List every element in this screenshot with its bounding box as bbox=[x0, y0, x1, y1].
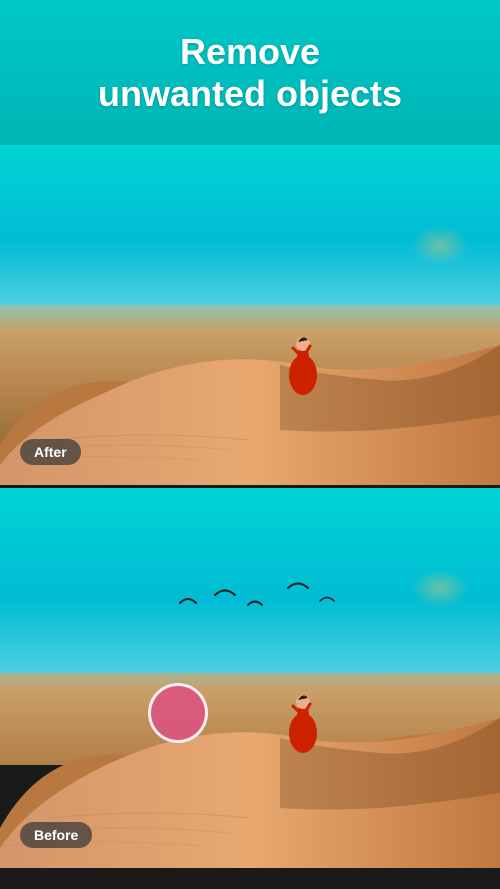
before-label: Before bbox=[20, 822, 92, 848]
before-image-panel: Before bbox=[0, 488, 500, 868]
sun-glow bbox=[410, 225, 470, 265]
headline: Remove unwanted objects bbox=[98, 31, 402, 114]
figure-woman-before bbox=[288, 688, 318, 758]
after-label: After bbox=[20, 439, 81, 465]
sun-glow-before bbox=[410, 568, 470, 608]
header-section: Remove unwanted objects bbox=[0, 0, 500, 145]
birds-group bbox=[160, 573, 380, 638]
brush-circle bbox=[148, 683, 208, 743]
figure-woman-after bbox=[288, 330, 318, 400]
after-image-panel: After bbox=[0, 145, 500, 485]
headline-line1: Remove bbox=[180, 31, 320, 72]
headline-line2: unwanted objects bbox=[98, 73, 402, 114]
